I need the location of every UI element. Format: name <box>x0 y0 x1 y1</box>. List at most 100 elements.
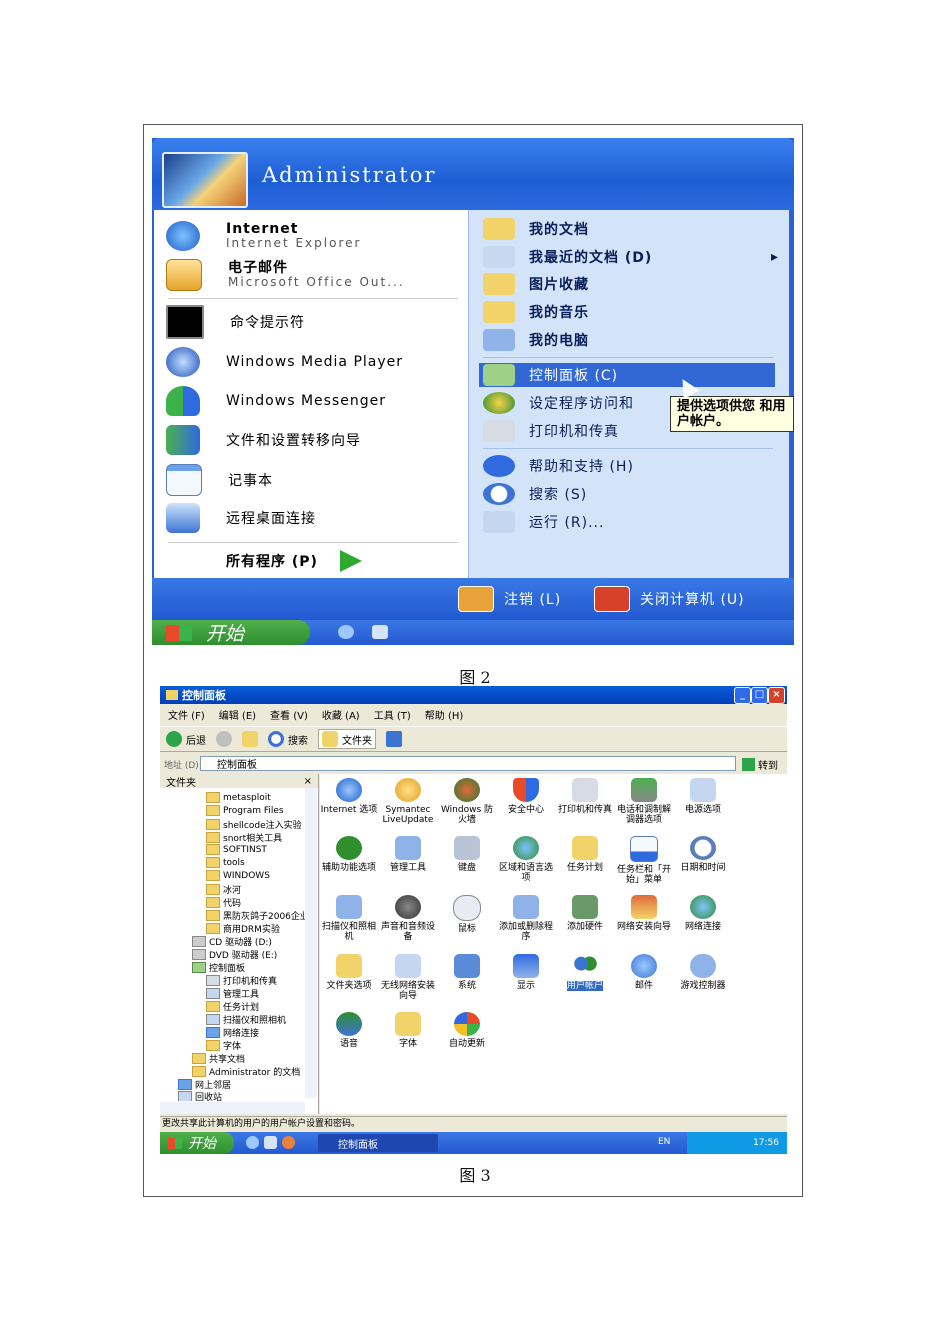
printers-item[interactable]: 打印机和传真 <box>483 418 619 444</box>
recent-cmd[interactable]: 命令提示符 <box>166 304 305 340</box>
cp-icon[interactable]: 安全中心 <box>497 778 555 815</box>
cp-icon[interactable]: 辅助功能选项 <box>320 836 378 873</box>
cp-icon[interactable]: 扫描仪和照相机 <box>320 895 378 942</box>
cp-icon[interactable]: 显示 <box>497 954 555 991</box>
control-panel-item[interactable]: 控制面板 (C) <box>483 362 618 388</box>
quicklaunch-ie-icon[interactable] <box>338 625 354 639</box>
tree-node[interactable]: Administrator 的文档 <box>192 1065 300 1078</box>
cp-icon[interactable]: Windows 防火墙 <box>438 778 496 825</box>
quicklaunch-firefox-icon[interactable] <box>282 1136 295 1149</box>
cp-icon[interactable]: 电话和调制解调器选项 <box>615 778 673 825</box>
tree-node[interactable]: CD 驱动器 (D:) <box>192 935 272 948</box>
all-programs-button[interactable]: 所有程序 (P) <box>226 550 362 572</box>
cp-icon[interactable]: 语音 <box>320 1012 378 1049</box>
cp-icon[interactable]: 添加或删除程序 <box>497 895 555 942</box>
tree-node[interactable]: DVD 驱动器 (E:) <box>192 948 277 961</box>
up-button[interactable] <box>242 731 258 747</box>
cp-icon[interactable]: 管理工具 <box>379 836 437 873</box>
my-music-item[interactable]: 我的音乐 <box>483 299 589 325</box>
recent-transfer-wizard[interactable]: 文件和设置转移向导 <box>166 422 361 458</box>
help-item[interactable]: 帮助和支持 (H) <box>483 453 634 479</box>
cp-icon[interactable]: 系统 <box>438 954 496 991</box>
close-button[interactable]: × <box>768 687 785 704</box>
cp-icon[interactable]: 打印机和传真 <box>556 778 614 815</box>
folders-button[interactable]: 文件夹 <box>318 729 376 749</box>
start-button[interactable]: 开始 <box>152 620 310 645</box>
tree-node[interactable]: 控制面板 <box>192 961 245 974</box>
tree-node[interactable]: SOFTINST <box>206 844 267 855</box>
cp-icon[interactable]: 网络安装向导 <box>615 895 673 932</box>
back-button[interactable]: 后退 <box>166 731 206 747</box>
cp-icon[interactable]: 邮件 <box>615 954 673 991</box>
tree-node[interactable]: 任务计划 <box>206 1000 259 1013</box>
cp-icon[interactable]: 添加硬件 <box>556 895 614 932</box>
program-access-item[interactable]: 设定程序访问和 <box>483 390 634 416</box>
tree-node[interactable]: 共享文档 <box>192 1052 245 1065</box>
vertical-scrollbar[interactable] <box>305 788 317 1098</box>
close-pane-icon[interactable]: × <box>304 776 312 787</box>
cp-icon-selected[interactable]: 用户帐户 <box>556 954 614 991</box>
quicklaunch-desktop-icon[interactable] <box>372 625 388 639</box>
address-input[interactable]: 控制面板 <box>200 756 736 771</box>
menu-view[interactable]: 查看 (V) <box>270 707 308 722</box>
taskbar-control-panel-button[interactable]: 控制面板 <box>318 1134 438 1152</box>
cp-icon[interactable]: 任务计划 <box>556 836 614 873</box>
tree-node[interactable]: 打印机和传真 <box>206 974 277 987</box>
tree-node[interactable]: 扫描仪和照相机 <box>206 1013 286 1026</box>
tree-node[interactable]: 字体 <box>206 1039 241 1052</box>
cp-icon[interactable]: 电源选项 <box>674 778 732 815</box>
tree-node[interactable]: 网上邻居 <box>178 1078 231 1091</box>
pinned-internet[interactable]: Internet Internet Explorer <box>166 218 361 254</box>
menu-tools[interactable]: 工具 (T) <box>374 707 411 722</box>
cp-icon[interactable]: 网络连接 <box>674 895 732 932</box>
search-button[interactable]: 搜索 <box>268 731 308 747</box>
cp-icon[interactable]: Internet 选项 <box>320 778 378 815</box>
cp-icon[interactable]: 字体 <box>379 1012 437 1049</box>
my-documents-item[interactable]: 我的文档 <box>483 216 589 242</box>
recent-media-player[interactable]: Windows Media Player <box>166 344 403 380</box>
search-item[interactable]: 搜索 (S) <box>483 481 587 507</box>
menu-file[interactable]: 文件 (F) <box>168 707 205 722</box>
tree-node[interactable]: 冰河 <box>206 883 241 896</box>
cp-icon[interactable]: 自动更新 <box>438 1012 496 1049</box>
shutdown-button[interactable]: 关闭计算机 (U) <box>594 586 745 612</box>
recent-remote-desktop[interactable]: 远程桌面连接 <box>166 500 316 536</box>
tree-node[interactable]: 管理工具 <box>206 987 259 1000</box>
language-indicator[interactable]: EN <box>658 1137 670 1147</box>
cp-icon[interactable]: 日期和时间 <box>674 836 732 873</box>
tree-node[interactable]: 代码 <box>206 896 241 909</box>
quicklaunch-desktop-icon[interactable] <box>264 1136 277 1149</box>
cp-icon[interactable]: 游戏控制器 <box>674 954 732 991</box>
tree-node[interactable]: metasploit <box>206 792 271 803</box>
my-pictures-item[interactable]: 图片收藏 <box>483 271 589 297</box>
menu-edit[interactable]: 编辑 (E) <box>219 707 256 722</box>
tree-node[interactable]: 回收站 <box>178 1091 222 1101</box>
horizontal-scrollbar[interactable] <box>160 1102 305 1114</box>
cp-icon[interactable]: 任务栏和「开始」菜单 <box>615 836 673 885</box>
run-item[interactable]: 运行 (R)... <box>483 509 604 535</box>
cp-icon[interactable]: 键盘 <box>438 836 496 873</box>
cp-icon[interactable]: 区域和语言选项 <box>497 836 555 883</box>
views-button[interactable] <box>386 731 402 747</box>
tree-node[interactable]: WINDOWS <box>206 870 270 881</box>
maximize-button[interactable]: □ <box>751 687 768 704</box>
cp-icon[interactable]: 文件夹选项 <box>320 954 378 991</box>
pinned-email[interactable]: 电子邮件 Microsoft Office Out... <box>166 257 405 293</box>
logoff-button[interactable]: 注销 (L) <box>458 586 561 612</box>
user-avatar[interactable] <box>162 152 248 208</box>
menu-favorites[interactable]: 收藏 (A) <box>322 707 360 722</box>
minimize-button[interactable]: _ <box>734 687 751 704</box>
tree-node[interactable]: Program Files <box>206 805 284 816</box>
go-button[interactable]: 转到 <box>742 757 778 772</box>
tree-node[interactable]: 黑防灰鸽子2006企业 <box>206 909 309 922</box>
cp-icon[interactable]: 声音和音频设备 <box>379 895 437 942</box>
tree-node[interactable]: shellcode注入实验 <box>206 818 302 831</box>
tree-node[interactable]: 商用DRM实验 <box>206 922 280 935</box>
forward-button[interactable] <box>216 731 232 747</box>
recent-messenger[interactable]: Windows Messenger <box>166 383 386 419</box>
tree-node[interactable]: snort相关工具 <box>206 831 282 844</box>
cp-icon[interactable]: 无线网络安装向导 <box>379 954 437 1001</box>
cp-icon[interactable]: Symantec LiveUpdate <box>379 778 437 825</box>
tree-node[interactable]: tools <box>206 857 245 868</box>
recent-documents-item[interactable]: 我最近的文档 (D) ▸ <box>483 244 779 270</box>
